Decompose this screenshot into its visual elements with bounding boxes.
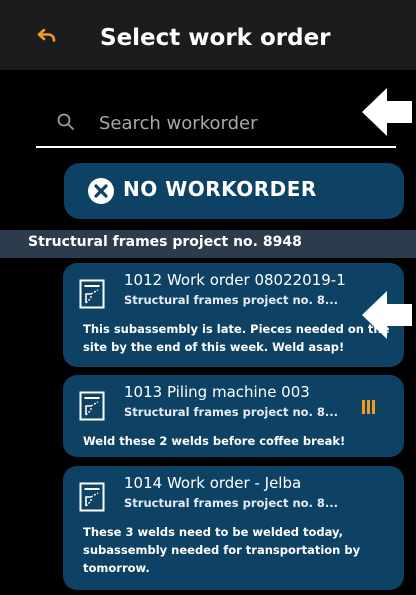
workorder-description: Weld these 2 welds before coffee break! [83,434,346,448]
pause-icon [362,400,375,414]
workorder-description: These 3 welds need to be welded today, s… [83,525,361,575]
group-header: Structural frames project no. 8948 [0,230,416,258]
workorder-description: This subassembly is late. Pieces needed … [83,322,390,354]
no-workorder-button[interactable]: NO WORKORDER [64,163,404,219]
document-icon [79,279,105,309]
workorder-project: Structural frames project no. 8... [124,496,339,510]
workorder-project: Structural frames project no. 8... [124,293,339,307]
no-workorder-label: NO WORKORDER [123,177,317,201]
close-circle-icon [88,178,114,204]
workorder-card[interactable]: 1014 Work order - Jelba Structural frame… [63,466,404,590]
workorder-title: 1013 Piling machine 003 [124,383,310,401]
workorder-card[interactable]: 1012 Work order 08022019-1 Structural fr… [63,263,404,367]
white-arrow-icon [362,291,412,339]
document-icon [79,482,105,512]
back-arrow-icon[interactable] [36,28,58,46]
workorder-title: 1012 Work order 08022019-1 [124,271,346,289]
group-label: Structural frames project no. 8948 [28,234,302,250]
search-underline [36,146,396,148]
search-icon [57,113,74,130]
search-input[interactable] [99,110,329,136]
white-arrow-icon [362,88,412,136]
header-bar: Select work order [0,0,416,70]
workorder-project: Structural frames project no. 8... [124,405,339,419]
workorder-card[interactable]: 1013 Piling machine 003 Structural frame… [63,375,404,457]
document-icon [79,391,105,421]
page-title: Select work order [100,25,331,51]
workorder-title: 1014 Work order - Jelba [124,474,302,492]
